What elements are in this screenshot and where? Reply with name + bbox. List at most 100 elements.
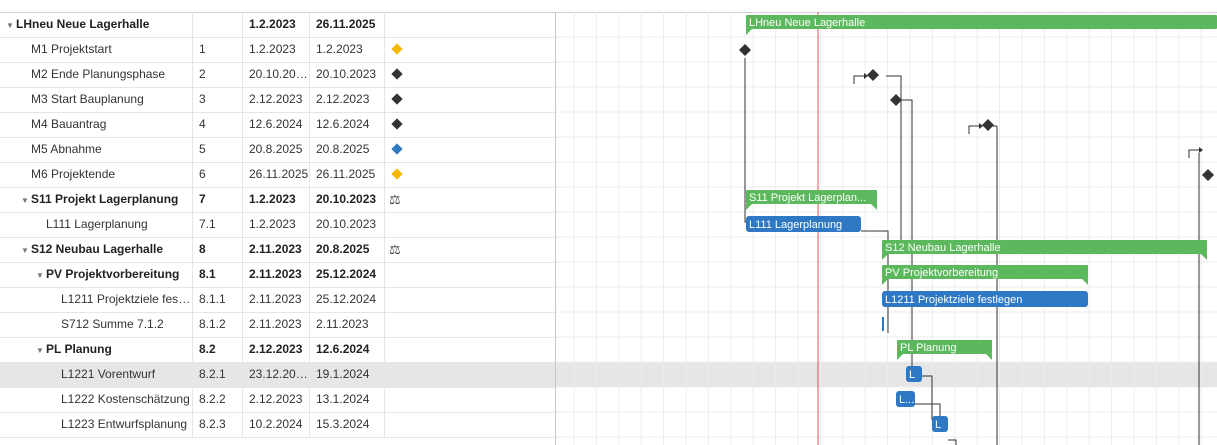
start-date-cell[interactable]: 2.12.2023 [243, 337, 310, 362]
table-row[interactable]: M5 Abnahme 5 20.8.2025 20.8.2025 [0, 137, 555, 163]
wbs-cell[interactable]: 6 [193, 162, 243, 187]
wbs-cell[interactable]: 8.2 [193, 337, 243, 362]
start-date-cell[interactable]: 2.11.2023 [243, 287, 310, 312]
wbs-cell[interactable]: 2 [193, 62, 243, 87]
table-row[interactable]: M1 Projektstart 1 1.2.2023 1.2.2023 [0, 37, 555, 63]
wbs-cell[interactable]: 8 [193, 237, 243, 262]
table-row[interactable]: ▼ S11 Projekt Lagerplanung 7 1.2.2023 20.10.… [0, 187, 555, 213]
task-name-cell[interactable]: M4 Bauantrag [0, 112, 193, 137]
task-name-cell[interactable]: ▼ PL Planung [0, 337, 193, 362]
task-bar-label: L111 Lagerplanung [749, 219, 842, 231]
end-date-cell[interactable]: 15.3.2024 [310, 412, 385, 437]
end-date-cell[interactable]: 25.12.2024 [310, 287, 385, 312]
task-name-cell[interactable]: M2 Ende Planungsphase [0, 62, 193, 87]
table-row[interactable]: L1211 Projektziele festl... 8.1.1 2.11.202… [0, 287, 555, 313]
table-row[interactable]: ▼ PL Planung 8.2 2.12.2023 12.6.2024 [0, 337, 555, 363]
start-date-cell[interactable]: 2.12.2023 [243, 387, 310, 412]
task-name-cell[interactable]: L111 Lagerplanung [0, 212, 193, 237]
wbs-cell[interactable]: 5 [193, 137, 243, 162]
task-name-cell[interactable]: M5 Abnahme [0, 137, 193, 162]
task-name-cell[interactable]: ▼ S12 Neubau Lagerhalle [0, 237, 193, 262]
end-date-cell[interactable]: 26.11.2025 [310, 162, 385, 187]
end-date-cell[interactable]: 20.10.2023 [310, 212, 385, 237]
wbs-cell[interactable]: 7 [193, 187, 243, 212]
indicator-cell [385, 387, 555, 412]
end-date-cell[interactable]: 13.1.2024 [310, 387, 385, 412]
task-name-cell[interactable]: M1 Projektstart [0, 37, 193, 62]
start-date-cell[interactable]: 20.8.2025 [243, 137, 310, 162]
arrow-head [864, 73, 868, 79]
wbs-cell[interactable]: 8.1 [193, 262, 243, 287]
start-date-cell[interactable]: 1.2.2023 [243, 187, 310, 212]
table-row[interactable]: ▼ S12 Neubau Lagerhalle 8 2.11.2023 20.8.202… [0, 237, 555, 263]
end-date-cell[interactable]: 1.2.2023 [310, 37, 385, 62]
task-name-cell[interactable]: S712 Summe 7.1.2 [0, 312, 193, 337]
table-row[interactable]: M6 Projektende 6 26.11.2025 26.11.2025 [0, 162, 555, 188]
start-date-cell[interactable]: 2.12.2023 [243, 87, 310, 112]
wbs-cell[interactable]: 1 [193, 37, 243, 62]
task-name-cell[interactable]: ▼ S11 Projekt Lagerplanung [0, 187, 193, 212]
task-name-text: S712 Summe 7.1.2 [61, 317, 164, 331]
task-name-cell[interactable]: M3 Start Bauplanung [0, 87, 193, 112]
start-date-cell[interactable]: 2.11.2023 [243, 312, 310, 337]
table-row[interactable]: L1222 Kostenschätzung 8.2.2 2.12.2023 13.1.… [0, 387, 555, 413]
start-date-cell[interactable]: 12.6.2024 [243, 112, 310, 137]
start-date-cell[interactable]: 1.2.2023 [243, 212, 310, 237]
end-date-cell[interactable]: 20.10.2023 [310, 187, 385, 212]
end-date-cell[interactable]: 2.11.2023 [310, 312, 385, 337]
table-row[interactable]: L111 Lagerplanung 7.1 1.2.2023 20.10.2023 [0, 212, 555, 238]
start-date-cell[interactable]: 23.12.2023 [243, 362, 310, 387]
start-date-cell[interactable]: 10.2.2024 [243, 412, 310, 437]
end-date-cell[interactable]: 20.8.2025 [310, 237, 385, 262]
collapse-chevron-icon[interactable]: ▼ [21, 238, 31, 262]
start-date-cell[interactable]: 2.11.2023 [243, 237, 310, 262]
end-date-cell[interactable]: 19.1.2024 [310, 362, 385, 387]
gantt-chart[interactable]: LHneu Neue Lagerhalle S11 Projekt Lagerpl… [556, 12, 1217, 445]
wbs-cell[interactable]: 4 [193, 112, 243, 137]
milestone-marker [890, 94, 902, 106]
wbs-cell[interactable]: 8.2.1 [193, 362, 243, 387]
table-row[interactable]: ▼ PV Projektvorbereitung 8.1 2.11.2023 25.12… [0, 262, 555, 288]
task-name-cell[interactable]: L1222 Kostenschätzung [0, 387, 193, 412]
task-name-cell[interactable]: M6 Projektende [0, 162, 193, 187]
wbs-cell[interactable]: 8.2.3 [193, 412, 243, 437]
task-grid[interactable]: ▼ LHneu Neue Lagerhalle 1.2.2023 26.11.2025… [0, 12, 556, 445]
end-date-cell[interactable]: 2.12.2023 [310, 87, 385, 112]
indicator-cell [385, 212, 555, 237]
table-row[interactable]: L1223 Entwurfsplanung 8.2.3 10.2.2024 15.3.… [0, 412, 555, 438]
table-row[interactable]: M3 Start Bauplanung 3 2.12.2023 2.12.2023 [0, 87, 555, 113]
task-name-cell[interactable]: L1223 Entwurfsplanung [0, 412, 193, 437]
summary-bar-cap [871, 204, 877, 210]
table-row[interactable]: S712 Summe 7.1.2 8.1.2 2.11.2023 2.11.2023 [0, 312, 555, 338]
table-row[interactable]: M2 Ende Planungsphase 2 20.10.2023 20.10.20… [0, 62, 555, 88]
wbs-cell[interactable]: 8.1.2 [193, 312, 243, 337]
end-date-cell[interactable]: 12.6.2024 [310, 337, 385, 362]
start-date-cell[interactable]: 2.11.2023 [243, 262, 310, 287]
end-date-cell[interactable]: 20.8.2025 [310, 137, 385, 162]
end-date-cell[interactable]: 20.10.2023 [310, 62, 385, 87]
task-name-cell[interactable]: L1221 Vorentwurf [0, 362, 193, 387]
task-name-cell[interactable]: ▼ LHneu Neue Lagerhalle [0, 12, 193, 37]
wbs-cell[interactable]: 8.2.2 [193, 387, 243, 412]
wbs-cell[interactable] [193, 12, 243, 37]
task-name-cell[interactable]: ▼ PV Projektvorbereitung [0, 262, 193, 287]
wbs-cell[interactable]: 8.1.1 [193, 287, 243, 312]
collapse-chevron-icon[interactable]: ▼ [6, 13, 16, 37]
collapse-chevron-icon[interactable]: ▼ [21, 188, 31, 212]
wbs-cell[interactable]: 7.1 [193, 212, 243, 237]
end-date-cell[interactable]: 12.6.2024 [310, 112, 385, 137]
task-name-text: PV Projektvorbereitung [46, 267, 180, 281]
table-row[interactable]: ▼ LHneu Neue Lagerhalle 1.2.2023 26.11.2025 [0, 12, 555, 38]
wbs-cell[interactable]: 3 [193, 87, 243, 112]
start-date-cell[interactable]: 1.2.2023 [243, 37, 310, 62]
table-row[interactable]: L1221 Vorentwurf 8.2.1 23.12.2023 19.1.2024 [0, 362, 555, 388]
end-date-cell[interactable]: 26.11.2025 [310, 12, 385, 37]
table-row[interactable]: M4 Bauantrag 4 12.6.2024 12.6.2024 [0, 112, 555, 138]
collapse-chevron-icon[interactable]: ▼ [36, 263, 46, 287]
collapse-chevron-icon[interactable]: ▼ [36, 338, 46, 362]
end-date-cell[interactable]: 25.12.2024 [310, 262, 385, 287]
start-date-cell[interactable]: 20.10.2023 [243, 62, 310, 87]
start-date-cell[interactable]: 1.2.2023 [243, 12, 310, 37]
task-name-cell[interactable]: L1211 Projektziele festl... [0, 287, 193, 312]
start-date-cell[interactable]: 26.11.2025 [243, 162, 310, 187]
